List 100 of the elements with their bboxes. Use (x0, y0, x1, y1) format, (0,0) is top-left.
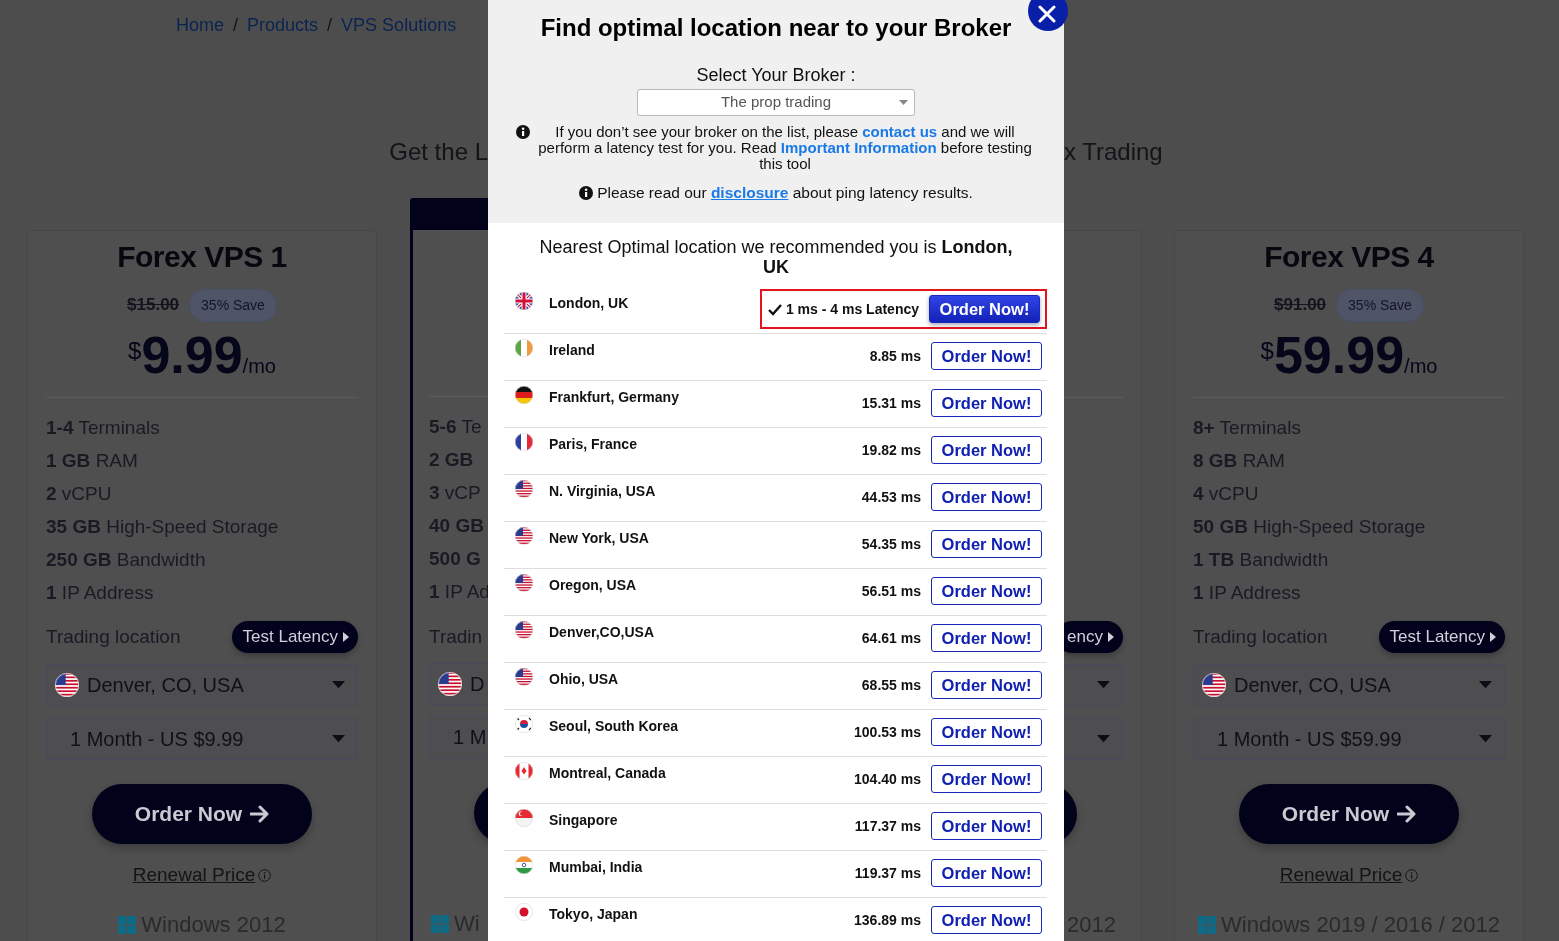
flag-icon (515, 292, 533, 310)
plan-price: 9.99 (141, 325, 243, 386)
order-button[interactable]: Order Now! (929, 295, 1040, 323)
location-name: Tokyo, Japan (549, 905, 638, 923)
info-note: If you don’t see your broker on the list, please contact us and we will perform a latency test for you. Read Important Information before testing this tool (537, 124, 1033, 172)
price-unit: /mo (1404, 355, 1438, 379)
location-name: N. Virginia, USA (549, 482, 656, 500)
latency-text: 68.55 ms (861, 675, 921, 695)
latency-text: 100.53 ms (854, 722, 921, 742)
latency-text: 15.31 ms (861, 393, 921, 413)
location-name: Mumbai, India (549, 858, 643, 876)
breadcrumb-separator: / (233, 14, 239, 37)
plan-price: 59.99 (1273, 325, 1405, 386)
caret-icon (1108, 632, 1114, 642)
page-heading: Get the L (388, 138, 488, 167)
page-heading: x Trading (1064, 138, 1164, 167)
flag-icon (515, 809, 533, 827)
text-link[interactable]: disclosure (710, 184, 789, 201)
order-button[interactable]: Order Now (1239, 784, 1459, 844)
order-button[interactable]: Order Now! (931, 389, 1042, 417)
test-latency-button[interactable]: Test Latency (231, 621, 358, 653)
location-name: Denver,CO,USA (549, 623, 655, 641)
caret-icon (899, 100, 908, 105)
flag-icon (515, 574, 533, 592)
order-button[interactable]: Order Now! (931, 765, 1042, 793)
latency-text: 136.89 ms (854, 910, 921, 930)
location-name: London, UK (549, 294, 629, 312)
info-icon (579, 186, 594, 200)
order-button[interactable]: Order Now (92, 784, 312, 844)
location-name: Singapore (549, 811, 618, 829)
close-button[interactable] (1028, 0, 1068, 31)
test-latency-button[interactable]: Test Latency (1378, 621, 1505, 653)
flag-icon (55, 673, 79, 697)
recommendation-text: Nearest Optimal location we recommended you is London, UK (538, 236, 1014, 277)
currency-sign: $ (1260, 337, 1274, 364)
flag-icon (515, 480, 533, 498)
order-button[interactable]: Order Now! (931, 483, 1042, 511)
location-name: Frankfurt, Germany (549, 388, 679, 406)
flag-icon (515, 386, 533, 404)
flag-icon (515, 527, 533, 545)
price-unit: /mo (242, 355, 276, 379)
order-button[interactable]: Order Now! (931, 624, 1042, 652)
flag-icon (515, 715, 533, 733)
location-name: Ireland (549, 341, 595, 359)
info-note: Please read our disclosure about ping latency results. (597, 185, 973, 201)
save-badge: 35% Save (189, 288, 277, 322)
info-icon (1405, 868, 1419, 882)
location-name: New York, USA (549, 529, 649, 547)
latency-text: 104.40 ms (854, 769, 921, 789)
caret-icon (1490, 632, 1496, 642)
windows-icon (1198, 916, 1217, 934)
flag-icon (515, 433, 533, 451)
broker-select[interactable]: The prop trading (637, 89, 915, 116)
latency-text: 44.53 ms (861, 487, 921, 507)
save-badge: 35% Save (1336, 288, 1424, 322)
breadcrumb-separator: / (327, 14, 333, 37)
location-name: Seoul, South Korea (549, 717, 679, 735)
order-button[interactable]: Order Now! (931, 671, 1042, 699)
flag-icon (515, 903, 533, 921)
location-name: Ohio, USA (549, 670, 619, 688)
close-icon (1038, 5, 1056, 23)
currency-sign: $ (128, 337, 142, 364)
order-button[interactable]: Order Now! (931, 530, 1042, 558)
windows-icon (431, 915, 449, 933)
plan-title: Forex VPS 4 (1264, 240, 1434, 273)
order-button[interactable]: Order Now! (931, 718, 1042, 746)
test-latency-button[interactable]: ency (1064, 621, 1123, 653)
flag-icon (515, 668, 533, 686)
location-name: Oregon, USA (549, 576, 637, 594)
check-icon (767, 302, 782, 316)
arrow-icon (250, 804, 270, 824)
order-button[interactable]: Order Now! (931, 577, 1042, 605)
latency-text: 64.61 ms (861, 628, 921, 648)
order-button[interactable]: Order Now! (931, 436, 1042, 464)
latency-text: 56.51 ms (861, 581, 921, 601)
text-link[interactable]: Important Information (780, 139, 937, 156)
plan-title: Forex VPS 1 (117, 240, 287, 273)
windows-icon (118, 916, 137, 934)
flag-icon (515, 762, 533, 780)
flag-icon (515, 856, 533, 874)
flag-icon (1202, 673, 1226, 697)
latency-text: 8.85 ms (869, 346, 921, 366)
modal-title: Find optimal location near to your Broker (539, 13, 1013, 43)
order-button[interactable]: Order Now! (931, 859, 1042, 887)
caret-icon (343, 632, 349, 642)
latency-text: 1 ms - 4 ms Latency (785, 299, 919, 319)
flag-icon (515, 621, 533, 639)
latency-text: 117.37 ms (854, 816, 921, 836)
order-button[interactable]: Order Now! (931, 342, 1042, 370)
flag-icon (515, 339, 533, 357)
text-link[interactable]: contact us (862, 123, 938, 140)
info-icon (258, 868, 272, 882)
order-button[interactable]: Order Now! (931, 812, 1042, 840)
broker-label: Select Your Broker : (695, 64, 857, 87)
latency-text: 19.82 ms (861, 440, 921, 460)
latency-text: 119.37 ms (854, 863, 921, 883)
info-icon (516, 125, 530, 139)
arrow-icon (1397, 804, 1417, 824)
order-button[interactable]: Order Now! (931, 906, 1042, 934)
old-price: $91.00 (1274, 294, 1327, 317)
